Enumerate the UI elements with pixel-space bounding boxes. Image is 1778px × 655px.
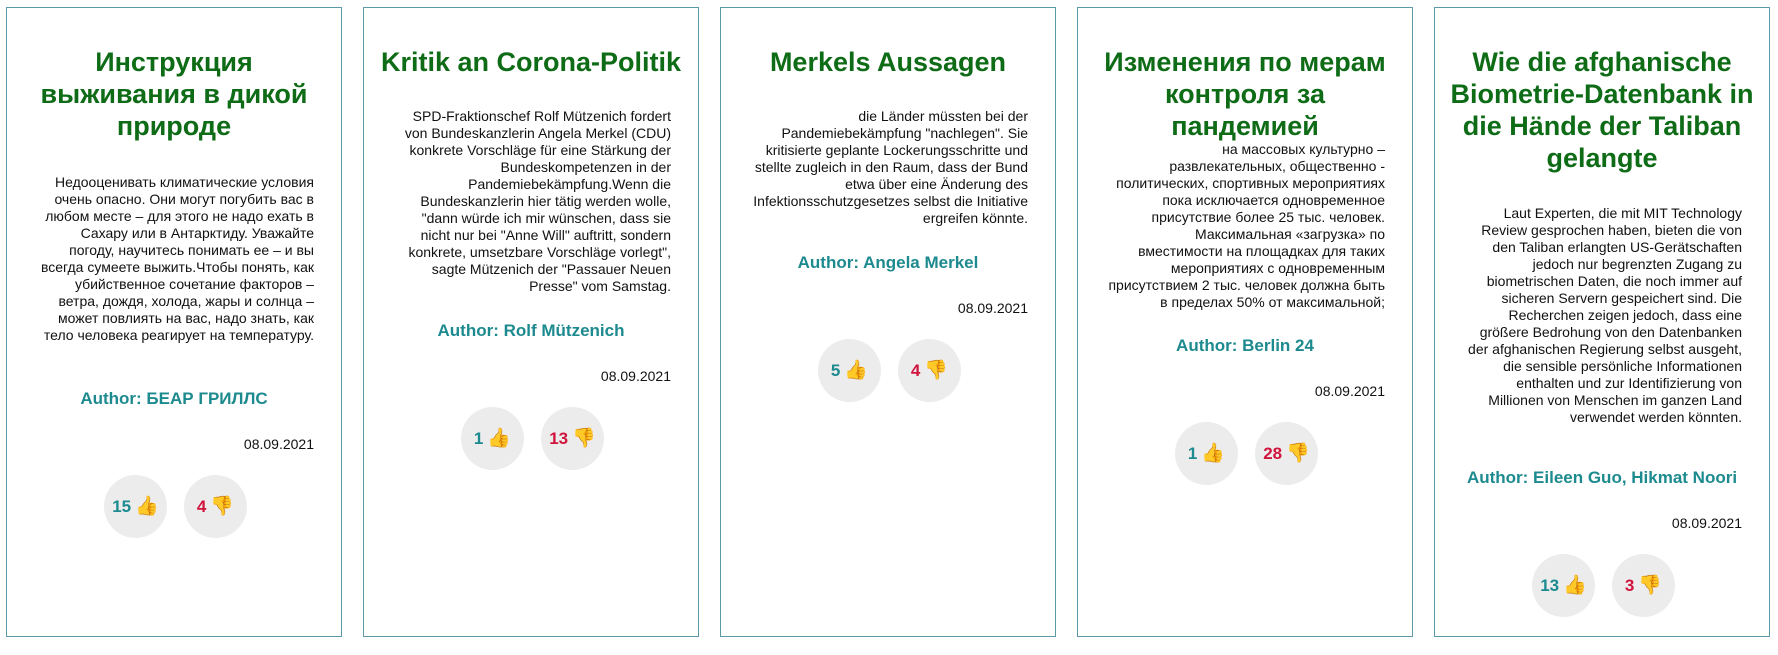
card-date: 08.09.2021 bbox=[957, 300, 1028, 316]
article-card: Merkels Aussagen die Länder müssten bei … bbox=[720, 7, 1056, 637]
dislike-count: 4 bbox=[196, 496, 207, 516]
thumbs-up-icon: 👍 bbox=[1201, 443, 1226, 464]
like-button[interactable]: 1 👍 bbox=[1175, 422, 1238, 485]
dislike-count: 4 bbox=[910, 360, 921, 380]
thumbs-down-icon: 👎 bbox=[572, 428, 596, 449]
vote-bar: 15 👍 4 👎 bbox=[7, 475, 341, 539]
card-title: Инструкция выживания в дикой природе bbox=[40, 47, 308, 141]
like-count: 15 bbox=[112, 496, 132, 516]
card-date: 08.09.2021 bbox=[1671, 515, 1742, 531]
vote-bar: 5 👍 4 👎 bbox=[721, 339, 1055, 403]
dislike-button[interactable]: 13 👎 bbox=[541, 407, 604, 470]
article-card: Изменения по мерам контроля за пандемией… bbox=[1077, 7, 1413, 637]
like-button[interactable]: 13 👍 bbox=[1532, 554, 1595, 617]
article-card: Kritik an Corona-Politik SPD-Fraktionsch… bbox=[363, 7, 699, 637]
dislike-button[interactable]: 4 👎 bbox=[184, 475, 247, 538]
dislike-button[interactable]: 4 👎 bbox=[898, 339, 961, 402]
like-button[interactable]: 5 👍 bbox=[818, 339, 881, 402]
like-count: 13 bbox=[1540, 575, 1560, 595]
dislike-count: 28 bbox=[1263, 443, 1283, 463]
like-count: 1 bbox=[473, 428, 484, 448]
article-card: Инструкция выживания в дикой природе Нед… bbox=[6, 7, 342, 637]
card-title: Kritik an Corona-Politik bbox=[380, 47, 682, 77]
card-text: на массовых культурно – развлекательных,… bbox=[1108, 141, 1385, 310]
card-author: Author: Berlin 24 bbox=[1176, 336, 1314, 355]
thumbs-up-icon: 👍 bbox=[844, 360, 869, 381]
dislike-count: 3 bbox=[1624, 575, 1635, 595]
card-title: Merkels Aussagen bbox=[769, 47, 1007, 77]
card-author: Author: Angela Merkel bbox=[797, 253, 979, 272]
thumbs-up-icon: 👍 bbox=[487, 428, 512, 449]
card-title: Wie die afghanische Biometrie-Datenbank … bbox=[1450, 47, 1754, 173]
card-date: 08.09.2021 bbox=[600, 368, 671, 384]
thumbs-up-icon: 👍 bbox=[135, 496, 159, 517]
card-author: Author: БЕАР ГРИЛЛС bbox=[80, 389, 268, 408]
dislike-count: 13 bbox=[549, 428, 569, 448]
thumbs-down-icon: 👎 bbox=[924, 360, 949, 381]
article-card: Wie die afghanische Biometrie-Datenbank … bbox=[1434, 7, 1770, 637]
card-author: Author: Rolf Mützenich bbox=[437, 321, 625, 340]
vote-bar: 13 👍 3 👎 bbox=[1435, 554, 1769, 618]
like-count: 1 bbox=[1187, 443, 1198, 463]
card-title: Изменения по мерам контроля за пандемией bbox=[1104, 47, 1386, 141]
thumbs-down-icon: 👎 bbox=[210, 496, 235, 517]
card-text: die Länder müssten bei der Pandemiebekäm… bbox=[753, 108, 1028, 226]
card-text: SPD-Fraktionschef Rolf Mützenich fordert… bbox=[404, 108, 671, 294]
article-cards: Инструкция выживания в дикой природе Нед… bbox=[0, 0, 1778, 655]
vote-bar: 1 👍 28 👎 bbox=[1078, 422, 1412, 486]
card-text: Недооценивать климатические условия очен… bbox=[40, 174, 314, 343]
vote-bar: 1 👍 13 👎 bbox=[364, 407, 698, 471]
card-date: 08.09.2021 bbox=[1314, 383, 1385, 399]
thumbs-down-icon: 👎 bbox=[1286, 443, 1310, 464]
card-text: Laut Experten, die mit MIT Technology Re… bbox=[1468, 205, 1742, 425]
dislike-button[interactable]: 28 👎 bbox=[1255, 422, 1318, 485]
dislike-button[interactable]: 3 👎 bbox=[1612, 554, 1675, 617]
card-date: 08.09.2021 bbox=[243, 436, 314, 452]
card-author: Author: Eileen Guo, Hikmat Noori bbox=[1466, 468, 1738, 487]
like-button[interactable]: 1 👍 bbox=[461, 407, 524, 470]
thumbs-down-icon: 👎 bbox=[1638, 575, 1663, 596]
thumbs-up-icon: 👍 bbox=[1563, 575, 1587, 596]
like-count: 5 bbox=[830, 360, 841, 380]
like-button[interactable]: 15 👍 bbox=[104, 475, 167, 538]
